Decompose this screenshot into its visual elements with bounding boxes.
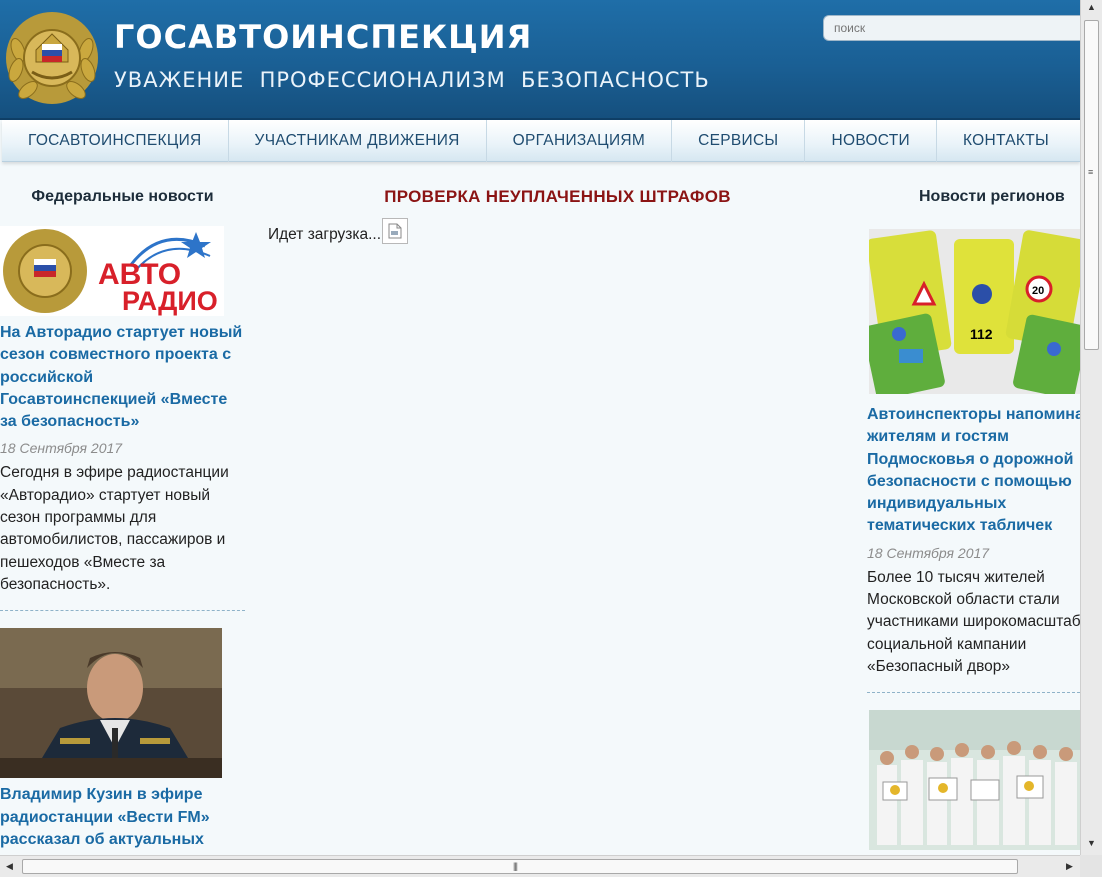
site-slogan: УВАЖЕНИЕ ПРОФЕССИОНАЛИЗМ БЕЗОПАСНОСТЬ xyxy=(114,68,710,92)
menu-label: НОВОСТИ xyxy=(831,132,910,149)
horizontal-scroll-thumb[interactable]: ||| xyxy=(22,859,1018,874)
search-input[interactable] xyxy=(823,15,1080,41)
page-viewport: ГОСАВТОИНСПЕКЦИЯ УВАЖЕНИЕ ПРОФЕССИОНАЛИЗ… xyxy=(0,0,1080,855)
menu-item-novosti[interactable]: НОВОСТИ xyxy=(805,120,937,162)
menu-label: СЕРВИСЫ xyxy=(698,132,779,149)
menu-item-servisy[interactable]: СЕРВИСЫ xyxy=(672,120,806,162)
news-text: Более 10 тысяч жителей Московской област… xyxy=(867,568,1080,675)
fines-check-panel: ПРОВЕРКА НЕУПЛАЧЕННЫХ ШТРАФОВ Идет загру… xyxy=(265,185,850,244)
sign-number-text: 112 xyxy=(970,326,993,342)
kuzin-photo[interactable] xyxy=(0,628,222,779)
menu-item-uchastnikam[interactable]: УЧАСТНИКАМ ДВИЖЕНИЯ xyxy=(229,120,487,162)
scrollbar-corner xyxy=(1080,855,1102,877)
horizontal-scrollbar[interactable]: ◀ ||| ▶ xyxy=(0,855,1080,877)
site-header: ГОСАВТОИНСПЕКЦИЯ УВАЖЕНИЕ ПРОФЕССИОНАЛИЗ… xyxy=(0,0,1080,120)
site-title: ГОСАВТОИНСПЕКЦИЯ xyxy=(114,18,533,56)
loading-indicator: Идет загрузка... xyxy=(268,218,850,244)
road-signs-image[interactable]: 20 112 xyxy=(869,229,1080,394)
broken-image-icon xyxy=(382,218,409,244)
svg-text:РАДИО: РАДИО xyxy=(122,286,218,316)
menu-item-organizaciyam[interactable]: ОРГАНИЗАЦИЯМ xyxy=(487,120,673,162)
menu-label: ГОСАВТОИНСПЕКЦИЯ xyxy=(28,132,202,149)
sign-speed-text: 20 xyxy=(1032,285,1044,297)
grip-icon: ||| xyxy=(513,861,518,871)
vertical-scroll-thumb[interactable]: ≡ xyxy=(1084,20,1099,350)
menu-label: КОНТАКТЫ xyxy=(963,132,1050,149)
menu-item-gosavtoinspekciya[interactable]: ГОСАВТОИНСПЕКЦИЯ xyxy=(2,120,229,162)
scroll-right-icon[interactable]: ▶ xyxy=(1066,861,1073,872)
news-text: Сегодня в эфире радиостанции «Авторадио»… xyxy=(0,464,229,593)
emblem-icon[interactable] xyxy=(4,10,100,106)
regional-news-column: Новости регионов 20 112 Автоинспекторы н… xyxy=(867,185,1080,855)
scroll-left-icon[interactable]: ◀ xyxy=(6,861,13,872)
menu-item-kontakty[interactable]: КОНТАКТЫ xyxy=(937,120,1075,162)
menu-label: УЧАСТНИКАМ ДВИЖЕНИЯ xyxy=(254,132,460,149)
news-title-link[interactable]: Владимир Кузин в эфире радиостанции «Вес… xyxy=(0,784,245,851)
autoradio-image[interactable]: АВТО РАДИО xyxy=(0,226,224,316)
news-date: 18 Сентября 2017 xyxy=(867,544,990,561)
news-title-link[interactable]: На Авторадио стартует новый сезон совмес… xyxy=(0,322,245,433)
federal-news-column: Федеральные новости АВТО РАДИО На Автора… xyxy=(0,185,245,855)
news-item: Владимир Кузин в эфире радиостанции «Вес… xyxy=(0,628,245,855)
scroll-down-icon[interactable]: ▼ xyxy=(1087,838,1096,848)
news-date: 18 Сентября 2017 xyxy=(0,440,123,457)
menu-label: ОРГАНИЗАЦИЯМ xyxy=(512,132,646,149)
scroll-up-icon[interactable]: ▲ xyxy=(1087,2,1096,12)
bezopasny-dvor-photo[interactable] xyxy=(869,710,1080,851)
news-item: Н xyxy=(867,710,1080,855)
news-item: АВТО РАДИО На Авторадио стартует новый с… xyxy=(0,226,245,612)
grip-icon: ≡ xyxy=(1088,167,1093,177)
vertical-scrollbar[interactable]: ▲ ≡ ▼ xyxy=(1080,0,1102,855)
federal-news-heading: Федеральные новости xyxy=(31,188,214,205)
main-menu: ГОСАВТОИНСПЕКЦИЯ УЧАСТНИКАМ ДВИЖЕНИЯ ОРГ… xyxy=(2,120,1080,162)
news-item: 20 112 Автоинспекторы напомина жителям и… xyxy=(867,229,1080,694)
news-title-link[interactable]: Автоинспекторы напомина жителям и гостям… xyxy=(867,404,1080,538)
loading-text: Идет загрузка... xyxy=(268,226,382,243)
page-title: ПРОВЕРКА НЕУПЛАЧЕННЫХ ШТРАФОВ xyxy=(384,187,731,206)
regional-news-heading: Новости регионов xyxy=(919,188,1065,205)
